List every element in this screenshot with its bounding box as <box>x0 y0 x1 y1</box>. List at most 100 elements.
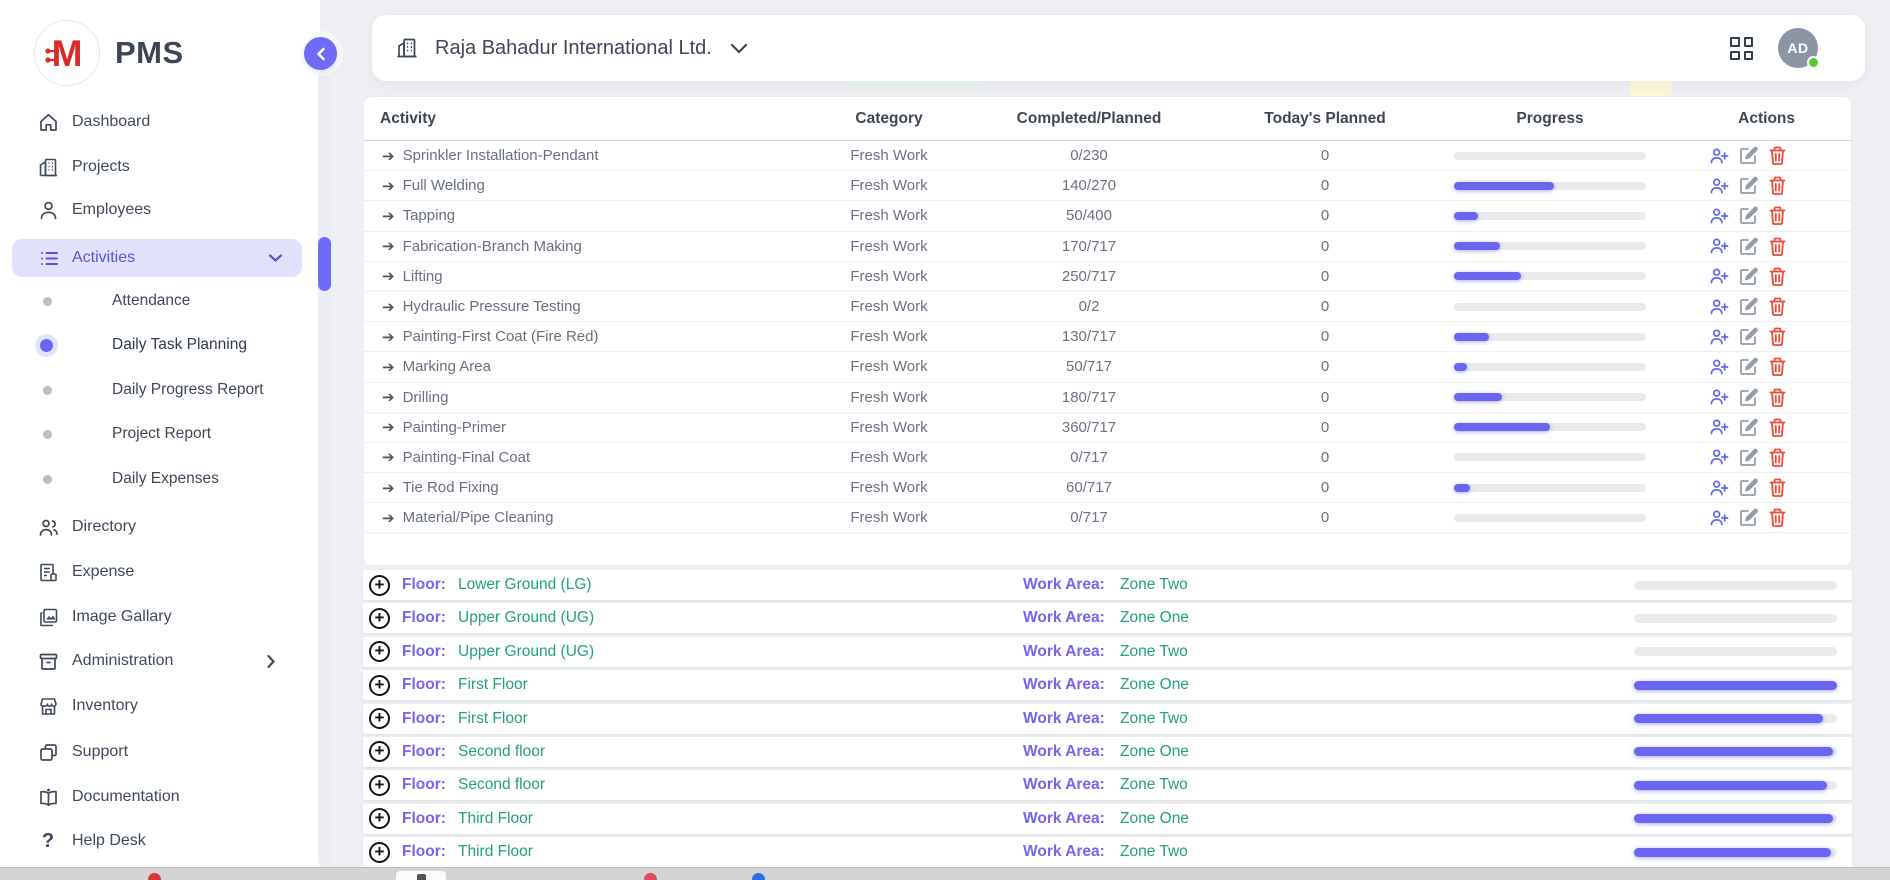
delete-icon[interactable] <box>1768 297 1787 316</box>
assign-user-icon[interactable] <box>1710 206 1729 225</box>
expand-plus-icon[interactable]: + <box>369 641 390 662</box>
arrow-right-icon: ➔ <box>382 147 395 165</box>
delete-icon[interactable] <box>1768 267 1787 286</box>
floor-row: + Floor: Lower Ground (LG) Work Area: Zo… <box>363 570 1852 600</box>
expand-plus-icon[interactable]: + <box>369 575 390 596</box>
expand-plus-icon[interactable]: + <box>369 675 390 696</box>
work-area-value: Zone One <box>1120 743 1189 761</box>
edit-icon[interactable] <box>1739 146 1758 165</box>
sidebar-subitem-attendance[interactable]: Attendance <box>0 286 300 316</box>
progress-bar <box>1454 303 1646 311</box>
delete-icon[interactable] <box>1768 206 1787 225</box>
sidebar-subitem-daily-progress-report[interactable]: Daily Progress Report <box>0 375 300 405</box>
assign-user-icon[interactable] <box>1710 327 1729 346</box>
edit-icon[interactable] <box>1739 418 1758 437</box>
sidebar-item-activities[interactable]: Activities <box>12 239 302 277</box>
delete-icon[interactable] <box>1768 418 1787 437</box>
work-area-value: Zone One <box>1120 676 1189 694</box>
completed-planned-cell: 0/2 <box>974 298 1204 315</box>
assign-user-icon[interactable] <box>1710 388 1729 407</box>
floor-value: Third Floor <box>458 810 533 828</box>
edit-icon[interactable] <box>1739 508 1758 527</box>
sidebar-item-dashboard[interactable]: Dashboard <box>0 106 305 138</box>
delete-icon[interactable] <box>1768 146 1787 165</box>
taskbar-app-icon[interactable] <box>752 873 765 880</box>
actions-cell <box>1696 146 1851 165</box>
sidebar-item-image-gallary[interactable]: Image Gallary <box>0 601 305 633</box>
delete-icon[interactable] <box>1768 357 1787 376</box>
delete-icon[interactable] <box>1768 478 1787 497</box>
delete-icon[interactable] <box>1768 448 1787 467</box>
edit-icon[interactable] <box>1739 297 1758 316</box>
edit-icon[interactable] <box>1739 478 1758 497</box>
edit-icon[interactable] <box>1739 267 1758 286</box>
taskbar-app-icon[interactable] <box>644 873 657 880</box>
expand-plus-icon[interactable]: + <box>369 608 390 629</box>
assign-user-icon[interactable] <box>1710 418 1729 437</box>
apps-grid-icon[interactable] <box>1730 37 1753 60</box>
taskbar-app-icon[interactable] <box>148 873 161 880</box>
assign-user-icon[interactable] <box>1710 146 1729 165</box>
company-selector[interactable]: Raja Bahadur International Ltd. <box>396 15 748 81</box>
edit-icon[interactable] <box>1739 237 1758 256</box>
sidebar-collapse-button[interactable] <box>304 37 337 70</box>
sidebar-item-expense[interactable]: Expense <box>0 556 305 588</box>
col-todays-planned: Today's Planned <box>1204 110 1446 128</box>
edit-icon[interactable] <box>1739 388 1758 407</box>
assign-user-icon[interactable] <box>1710 478 1729 497</box>
edit-icon[interactable] <box>1739 357 1758 376</box>
edit-icon[interactable] <box>1739 327 1758 346</box>
expand-plus-icon[interactable]: + <box>369 775 390 796</box>
assign-user-icon[interactable] <box>1710 508 1729 527</box>
sidebar-item-documentation[interactable]: Documentation <box>0 781 305 813</box>
sidebar-item-support[interactable]: Support <box>0 736 305 768</box>
sidebar-item-projects[interactable]: Projects <box>0 151 305 183</box>
subitem-label: Daily Expenses <box>112 470 219 488</box>
taskbar-active-app[interactable] <box>396 871 446 880</box>
edit-icon[interactable] <box>1739 176 1758 195</box>
delete-icon[interactable] <box>1768 508 1787 527</box>
bullet-dot <box>43 475 52 484</box>
edit-icon[interactable] <box>1739 448 1758 467</box>
expand-plus-icon[interactable]: + <box>369 808 390 829</box>
activity-cell: ➔Sprinkler Installation-Pendant <box>364 147 804 165</box>
sidebar-scrollbar-thumb[interactable] <box>318 237 331 291</box>
delete-icon[interactable] <box>1768 237 1787 256</box>
assign-user-icon[interactable] <box>1710 297 1729 316</box>
delete-icon[interactable] <box>1768 176 1787 195</box>
question-icon: ? <box>37 830 59 852</box>
sidebar-scrollbar-track[interactable] <box>318 70 331 867</box>
floor-row: + Floor: First Floor Work Area: Zone Two <box>363 704 1852 734</box>
expand-plus-icon[interactable]: + <box>369 708 390 729</box>
delete-icon[interactable] <box>1768 327 1787 346</box>
floor-progress-fill <box>1634 747 1833 756</box>
assign-user-icon[interactable] <box>1710 176 1729 195</box>
category-cell: Fresh Work <box>804 328 974 345</box>
edit-icon[interactable] <box>1739 206 1758 225</box>
sidebar-item-directory[interactable]: Directory <box>0 511 305 543</box>
squares-icon <box>37 741 59 763</box>
sidebar-subitem-daily-expenses[interactable]: Daily Expenses <box>0 464 300 494</box>
assign-user-icon[interactable] <box>1710 267 1729 286</box>
sidebar-item-employees[interactable]: Employees <box>0 194 305 226</box>
sidebar-subitem-daily-task-planning[interactable]: Daily Task Planning <box>0 330 300 360</box>
assign-user-icon[interactable] <box>1710 237 1729 256</box>
sidebar-subitem-project-report[interactable]: Project Report <box>0 419 300 449</box>
activity-cell: ➔Painting-First Coat (Fire Red) <box>364 328 804 346</box>
progress-bar <box>1454 242 1646 250</box>
sidebar-item-help-desk[interactable]: ? Help Desk <box>0 825 305 857</box>
delete-icon[interactable] <box>1768 388 1787 407</box>
expand-plus-icon[interactable]: + <box>369 842 390 863</box>
col-activity: Activity <box>364 110 804 128</box>
assign-user-icon[interactable] <box>1710 357 1729 376</box>
work-area-value: Zone Two <box>1120 843 1188 861</box>
avatar[interactable]: AD <box>1778 28 1818 68</box>
todays-planned-cell: 0 <box>1204 449 1446 466</box>
expand-plus-icon[interactable]: + <box>369 741 390 762</box>
sidebar-item-administration[interactable]: Administration <box>0 645 305 677</box>
arrow-right-icon: ➔ <box>382 328 395 346</box>
floor-label: Floor: <box>402 810 446 828</box>
activity-cell: ➔Hydraulic Pressure Testing <box>364 298 804 316</box>
sidebar-item-inventory[interactable]: Inventory <box>0 690 305 722</box>
assign-user-icon[interactable] <box>1710 448 1729 467</box>
